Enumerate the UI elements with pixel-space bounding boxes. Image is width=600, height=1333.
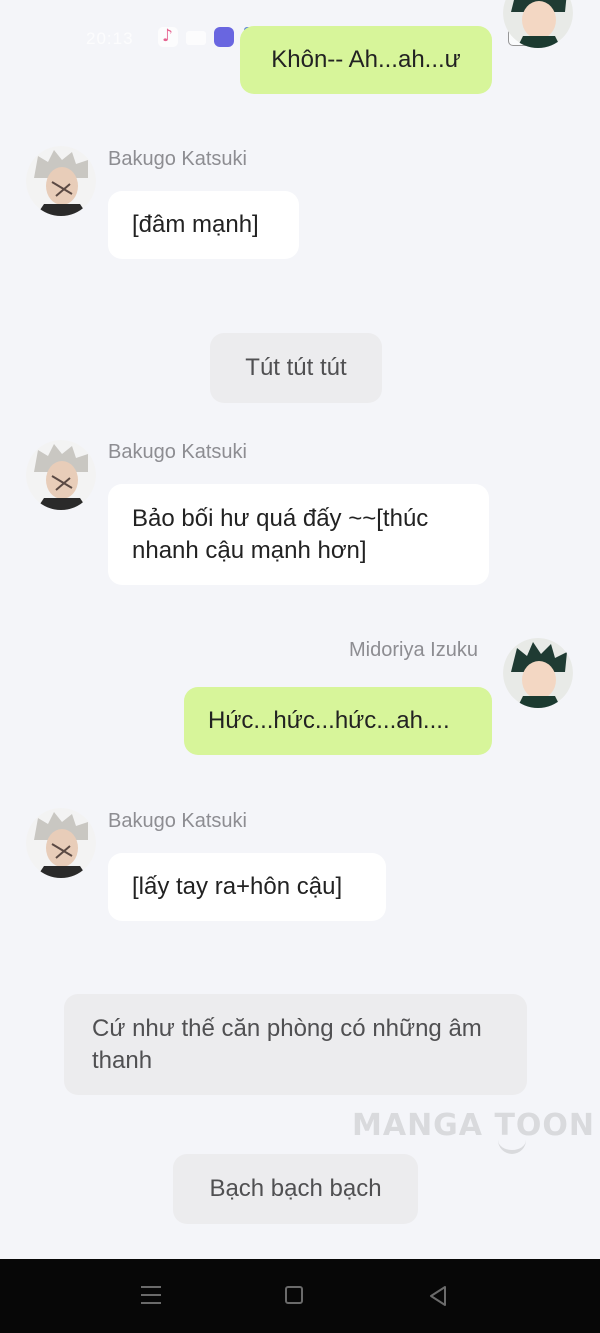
status-time: 20:13 <box>86 29 134 48</box>
sender-name: Bakugo Katsuki <box>108 441 247 463</box>
sender-name: Bakugo Katsuki <box>108 810 247 832</box>
bakugo-avatar[interactable] <box>26 808 96 878</box>
bakugo-avatar[interactable] <box>26 440 96 510</box>
message-bubble-outgoing[interactable]: Khôn-- Ah...ah...ư <box>240 26 492 94</box>
narration-bubble: Tút tút tút <box>210 333 382 403</box>
menu-icon[interactable] <box>141 1286 161 1306</box>
home-icon[interactable] <box>285 1286 303 1304</box>
bakugo-avatar[interactable] <box>26 146 96 216</box>
sender-name: Bakugo Katsuki <box>108 148 247 170</box>
message-bubble-incoming[interactable]: [đâm mạnh] <box>108 191 299 259</box>
narration-bubble: Bạch bạch bạch <box>173 1154 418 1224</box>
navigation-bar <box>0 1259 600 1333</box>
mail-icon <box>186 31 206 45</box>
sender-name: Midoriya Izuku <box>349 639 478 661</box>
watermark-smile-icon <box>498 1140 526 1154</box>
midoriya-avatar[interactable] <box>503 638 573 708</box>
message-bubble-incoming[interactable]: [lấy tay ra+hôn cậu] <box>108 853 386 921</box>
tiktok-icon <box>158 26 178 47</box>
watermark-text: MANGA TOON <box>352 1108 596 1143</box>
game-icon <box>214 27 234 47</box>
message-bubble-incoming[interactable]: Bảo bối hư quá đấy ~~[thúc nhanh cậu mạn… <box>108 484 489 585</box>
back-icon[interactable] <box>428 1285 448 1307</box>
narration-bubble: Cứ như thế căn phòng có những âm thanh <box>64 994 527 1095</box>
message-bubble-outgoing[interactable]: Hức...hức...hức...ah.... <box>184 687 492 755</box>
